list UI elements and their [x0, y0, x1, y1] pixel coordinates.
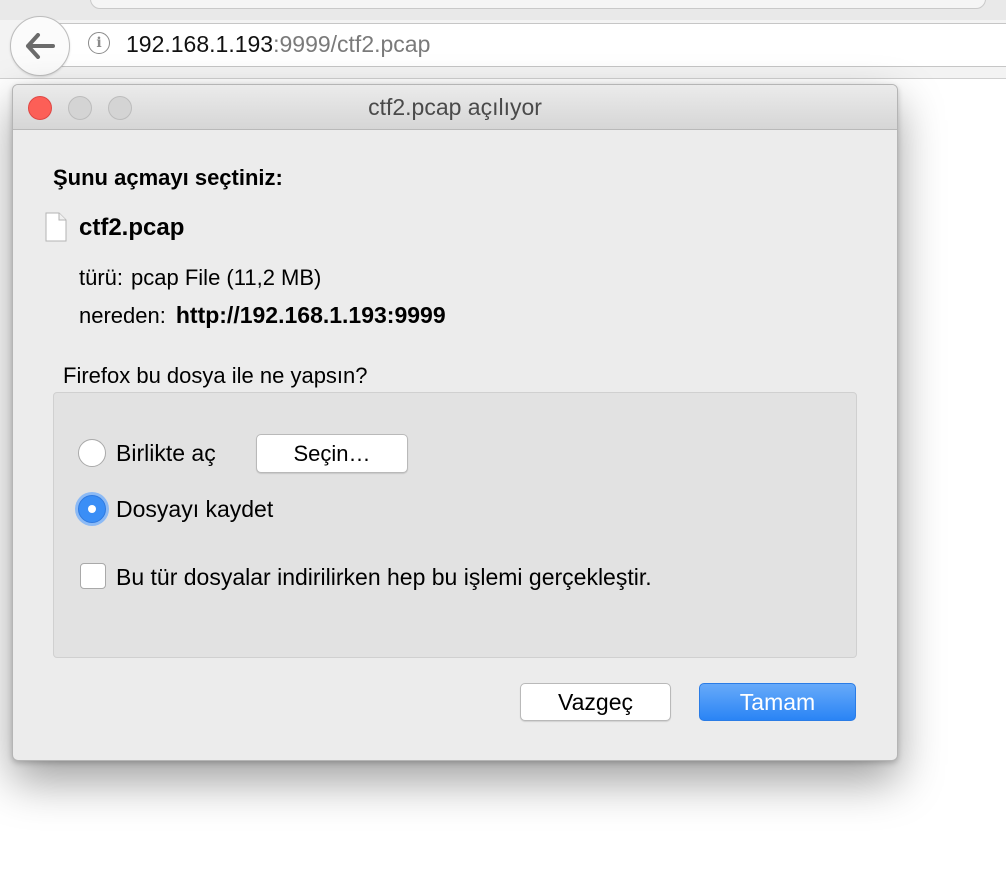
back-button[interactable]	[10, 16, 70, 76]
navigation-bar: i 192.168.1.193:9999/ctf2.pcap	[0, 16, 1006, 79]
dialog-titlebar[interactable]: ctf2.pcap açılıyor	[13, 85, 897, 130]
file-source-row: nereden: http://192.168.1.193:9999	[79, 302, 446, 329]
url-path: :9999/ctf2.pcap	[273, 31, 431, 57]
file-source-value: http://192.168.1.193:9999	[175, 302, 446, 328]
open-file-dialog: ctf2.pcap açılıyor Şunu açmayı seçtiniz:…	[12, 84, 898, 761]
file-type-value: pcap File (11,2 MB)	[131, 265, 322, 290]
open-with-label[interactable]: Birlikte aç	[116, 440, 216, 467]
choose-application-button[interactable]: Seçin…	[256, 434, 408, 473]
action-options-panel: Birlikte aç Seçin… Dosyayı kaydet Bu tür…	[53, 392, 857, 658]
file-name: ctf2.pcap	[79, 214, 185, 241]
open-with-radio[interactable]	[78, 439, 106, 467]
tab-edge	[90, 0, 986, 9]
remember-choice-label[interactable]: Bu tür dosyalar indirilirken hep bu işle…	[116, 564, 652, 591]
dialog-title: ctf2.pcap açılıyor	[368, 94, 542, 120]
save-file-label[interactable]: Dosyayı kaydet	[116, 496, 273, 523]
file-source-label: nereden:	[79, 303, 166, 328]
save-file-radio[interactable]	[78, 495, 106, 523]
tab-strip	[0, 0, 1006, 20]
ok-button[interactable]: Tamam	[699, 683, 856, 721]
remember-choice-checkbox[interactable]	[80, 563, 106, 589]
info-icon[interactable]: i	[88, 32, 110, 54]
action-question: Firefox bu dosya ile ne yapsın?	[63, 363, 368, 388]
back-arrow-icon	[26, 33, 55, 59]
url-host: 192.168.1.193	[126, 31, 274, 57]
document-icon	[45, 212, 67, 242]
file-type-row: türü: pcap File (11,2 MB)	[79, 265, 321, 291]
dialog-heading: Şunu açmayı seçtiniz:	[53, 165, 283, 190]
url-text[interactable]: 192.168.1.193:9999/ctf2.pcap	[126, 31, 430, 58]
file-type-label: türü:	[79, 265, 124, 290]
cancel-button[interactable]: Vazgeç	[520, 683, 671, 721]
